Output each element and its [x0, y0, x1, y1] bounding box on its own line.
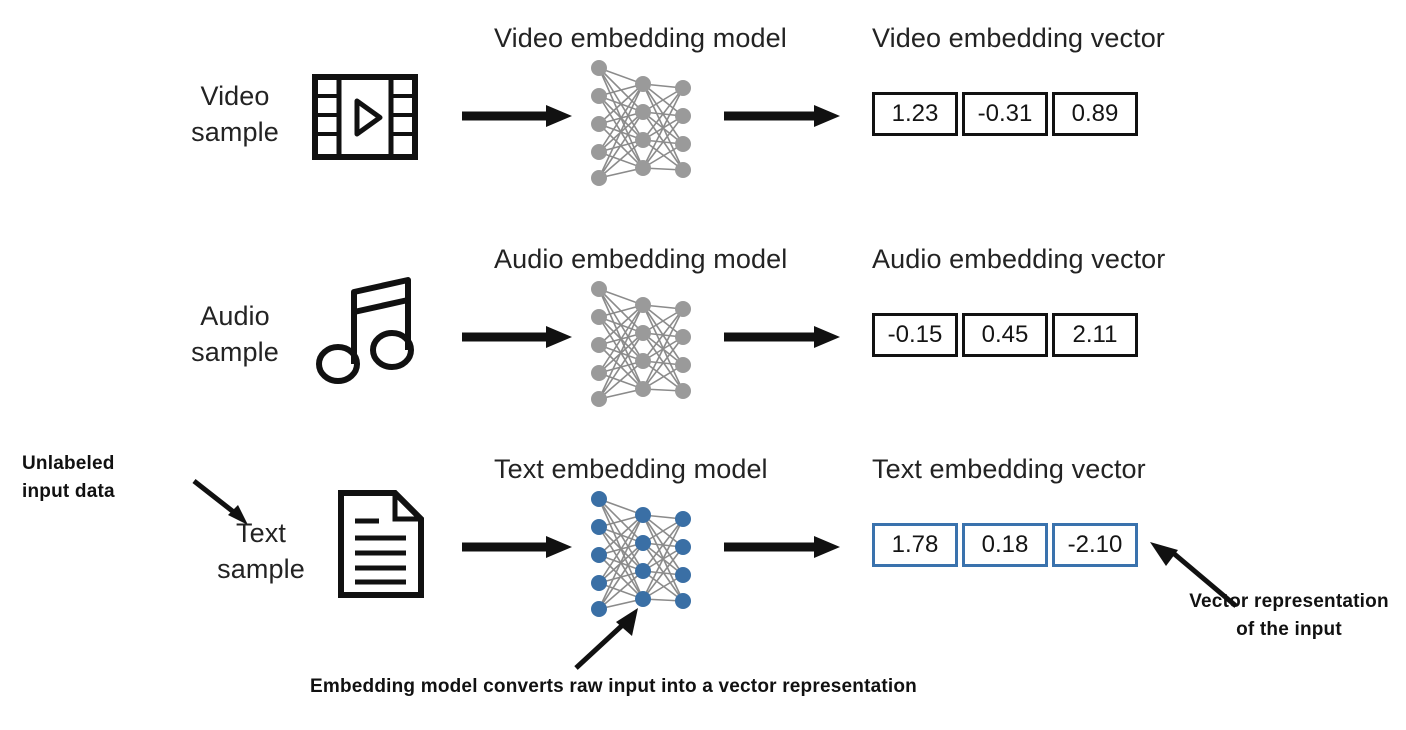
arrow-right-icon-video-input — [462, 104, 574, 128]
annotation-embedding-model-caption: Embedding model converts raw input into … — [310, 676, 917, 697]
embedding-vector-audio: -0.15 0.45 2.11 — [872, 313, 1138, 357]
vector-heading-audio: Audio embedding vector — [872, 244, 1166, 274]
arrow-right-icon-audio-output — [724, 325, 842, 349]
vector-cell: -2.10 — [1052, 523, 1138, 567]
diagram-canvas: Video sample Video embedding model Video… — [0, 0, 1406, 730]
arrow-right-icon-video-output — [724, 104, 842, 128]
music-note-icon — [316, 272, 420, 384]
neural-network-icon-video — [586, 58, 696, 186]
embedding-vector-video: 1.23 -0.31 0.89 — [872, 92, 1138, 136]
vector-heading-text: Text embedding vector — [872, 454, 1146, 484]
vector-cell: 1.78 — [872, 523, 958, 567]
neural-network-icon-text — [586, 489, 696, 617]
vector-cell: 0.18 — [962, 523, 1048, 567]
vector-cell: -0.15 — [872, 313, 958, 357]
document-icon — [338, 490, 424, 598]
vector-cell: -0.31 — [962, 92, 1048, 136]
neural-network-icon-audio — [586, 279, 696, 407]
model-heading-video: Video embedding model — [494, 23, 787, 53]
vector-cell: 1.23 — [872, 92, 958, 136]
model-heading-text: Text embedding model — [494, 454, 768, 484]
arrow-right-icon-text-output — [724, 535, 842, 559]
vector-cell: 2.11 — [1052, 313, 1138, 357]
arrow-right-icon-text-input — [462, 535, 574, 559]
row-label-video: Video sample — [191, 81, 279, 147]
row-label-text: Text sample — [217, 518, 305, 584]
arrow-right-icon-audio-input — [462, 325, 574, 349]
vector-cell: 0.89 — [1052, 92, 1138, 136]
vector-heading-video: Video embedding vector — [872, 23, 1165, 53]
film-strip-icon — [312, 74, 418, 160]
arrow-diagonal-up-right-icon — [572, 606, 654, 672]
embedding-vector-text: 1.78 0.18 -2.10 — [872, 523, 1138, 567]
row-label-audio: Audio sample — [191, 301, 279, 367]
model-heading-audio: Audio embedding model — [494, 244, 788, 274]
annotation-vector-representation: Vector representation of the input — [1189, 591, 1389, 640]
annotation-unlabeled-input: Unlabeled input data — [22, 453, 115, 502]
vector-cell: 0.45 — [962, 313, 1048, 357]
